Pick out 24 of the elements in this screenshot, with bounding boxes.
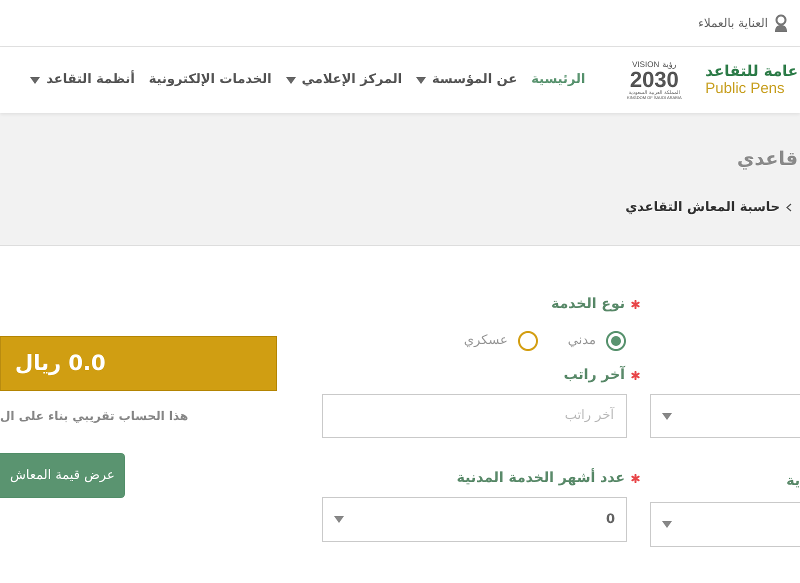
nav-item[interactable]: الرئيسية xyxy=(531,70,586,90)
field-label: نوع الخدمة xyxy=(551,295,625,314)
field-label: عدد أشهر الخدمة المدنية xyxy=(456,468,625,488)
radio-button[interactable] xyxy=(606,331,626,351)
field-label: ية xyxy=(786,472,800,491)
civil-months-select[interactable]: 0 xyxy=(322,497,627,542)
select-field[interactable] xyxy=(650,394,800,438)
caret-icon xyxy=(662,521,672,528)
nav-item[interactable]: المركز الإعلامي xyxy=(286,70,402,90)
nav-item[interactable]: عن المؤسسة xyxy=(416,70,518,90)
result-amount: 0.0 ريال xyxy=(0,336,277,391)
caret-icon xyxy=(662,412,672,420)
breadcrumb-item[interactable]: حاسبة المعاش التقاعدي xyxy=(625,198,780,217)
radio-button[interactable] xyxy=(518,331,538,351)
disclaimer-text: هذا الحساب تقريبي بناء على ال xyxy=(0,408,190,425)
field-label: آخر راتب xyxy=(564,365,625,385)
customer-care-link[interactable]: العناية بالعملاء xyxy=(698,14,768,32)
show-pension-button[interactable]: عرض قيمة المعاش xyxy=(0,453,125,498)
caret-icon xyxy=(334,516,344,523)
nav-item[interactable]: الخدمات الإلكترونية xyxy=(148,70,272,90)
select-field[interactable] xyxy=(650,502,800,547)
nav-item[interactable]: أنظمة التقاعد xyxy=(30,70,135,90)
chevron-icon xyxy=(786,202,792,212)
page-title: قاعدي xyxy=(737,147,798,172)
